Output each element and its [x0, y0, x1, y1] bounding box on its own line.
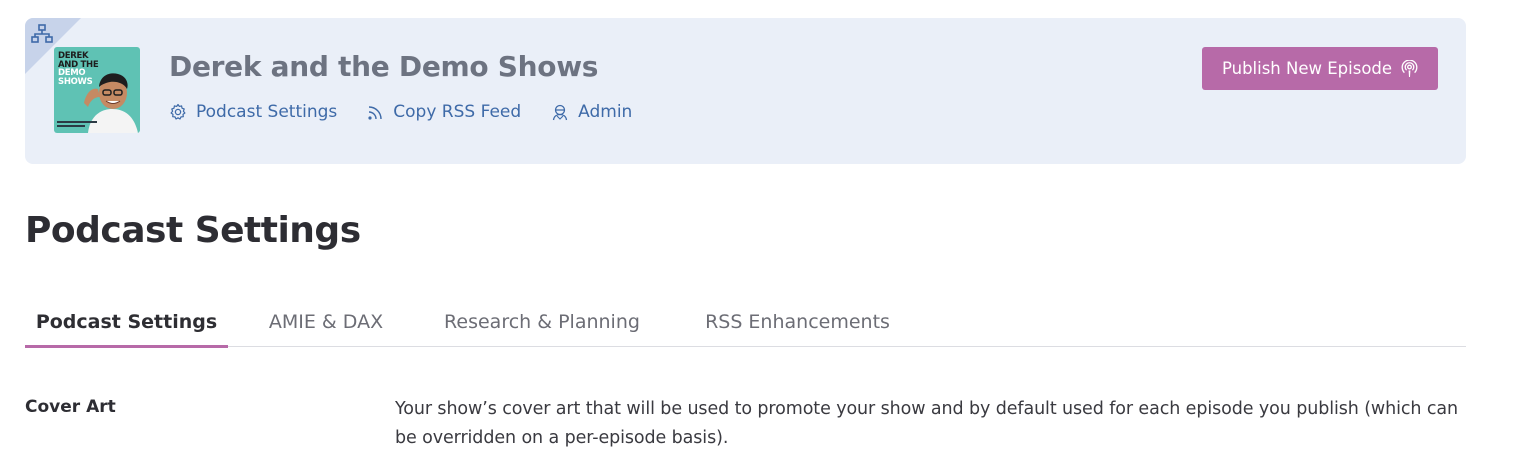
cover-art-description: Your show’s cover art that will be used … [395, 399, 1459, 448]
podcast-settings-link-label: Podcast Settings [196, 102, 338, 122]
admin-link[interactable]: Admin [551, 102, 632, 122]
podcast-icon [1401, 59, 1418, 77]
admin-link-label: Admin [578, 102, 633, 122]
podcast-settings-link[interactable]: Podcast Settings [169, 102, 337, 122]
copy-rss-feed-link[interactable]: Copy RSS Feed [367, 102, 521, 122]
copy-rss-feed-link-label: Copy RSS Feed [393, 102, 522, 122]
page-title: Podcast Settings [25, 210, 361, 251]
cover-art-thumbnail[interactable]: DEREK AND THE DEMO SHOWS [54, 47, 140, 133]
tab-research-planning[interactable]: Research & Planning [433, 296, 651, 347]
cover-footer-marks [57, 121, 97, 129]
publish-new-episode-button[interactable]: Publish New Episode [1202, 47, 1438, 90]
tab-amie-dax[interactable]: AMIE & DAX [262, 296, 390, 347]
admin-icon [553, 104, 568, 121]
settings-tabs: Podcast Settings AMIE & DAX Research & P… [25, 296, 1466, 348]
tab-rss-enhancements[interactable]: RSS Enhancements [695, 296, 900, 347]
rss-icon [368, 105, 382, 120]
publish-new-episode-label: Publish New Episode [1221, 59, 1393, 78]
gear-icon [170, 103, 186, 120]
cover-art-label: Cover Art [25, 397, 116, 417]
show-links: Podcast Settings Copy RSS Feed Admin [169, 102, 662, 122]
network-icon[interactable] [31, 24, 53, 44]
podcast-header-card: DEREK AND THE DEMO SHOWS Derek and the D… [25, 18, 1466, 164]
tab-podcast-settings[interactable]: Podcast Settings [25, 296, 228, 348]
show-title: Derek and the Demo Shows [169, 50, 599, 83]
